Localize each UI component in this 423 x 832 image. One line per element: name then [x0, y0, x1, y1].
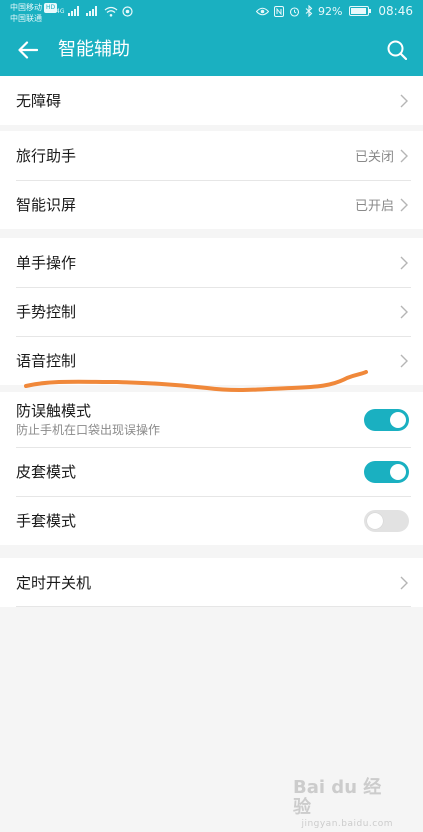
wifi-icon — [105, 6, 118, 17]
alarm-icon — [289, 6, 300, 17]
network-type-label: 4G — [56, 7, 65, 15]
settings-group-2: 旅行助手 已关闭 智能识屏 已开启 — [0, 131, 423, 229]
watermark-logo: Bai du 经验 jingyan.baidu.com — [293, 777, 393, 830]
toggle-knob — [367, 512, 383, 529]
carrier-info: 中国移动 HD 中国联通 — [10, 3, 58, 24]
setting-item-glove-mode[interactable]: 手套模式 — [0, 496, 423, 545]
search-button[interactable] — [383, 36, 411, 64]
item-label: 防误触模式 — [16, 402, 92, 420]
toggle-switch[interactable] — [364, 460, 409, 483]
chevron-right-icon — [400, 354, 408, 367]
carrier-2-label: 中国联通 — [10, 14, 42, 23]
signal-icons: 4G — [56, 4, 134, 18]
arrow-left-icon — [18, 41, 38, 59]
item-label: 定时开关机 — [16, 573, 92, 592]
item-label: 无障碍 — [16, 91, 62, 110]
item-label: 智能识屏 — [16, 195, 77, 214]
header: 中国移动 HD 中国联通 4G 92% 08:46 智能辅助 — [0, 0, 423, 76]
battery-percent: 92% — [317, 4, 343, 18]
toggle-switch[interactable] — [364, 408, 409, 431]
chevron-right-icon — [400, 256, 408, 269]
signal-bars-icon — [68, 6, 80, 16]
back-button[interactable] — [12, 36, 44, 64]
item-label: 皮套模式 — [16, 462, 77, 481]
app-bar: 智能辅助 — [0, 26, 423, 76]
settings-group-5: 定时开关机 — [0, 558, 423, 607]
setting-item-scheduled-power[interactable]: 定时开关机 — [0, 558, 423, 607]
chevron-right-icon — [400, 576, 408, 589]
chevron-right-icon — [400, 305, 408, 318]
eye-comfort-icon — [255, 7, 269, 15]
nfc-icon — [273, 5, 284, 17]
battery-icon — [349, 6, 372, 16]
item-subtitle: 防止手机在口袋出现误操作 — [16, 423, 161, 437]
divider — [16, 606, 411, 607]
chevron-right-icon — [400, 198, 408, 211]
chevron-right-icon — [400, 149, 408, 162]
setting-item-gesture-control[interactable]: 手势控制 — [0, 287, 423, 336]
data-saver-icon — [122, 5, 134, 17]
setting-item-travel-assistant[interactable]: 旅行助手 已关闭 — [0, 131, 423, 180]
bluetooth-icon — [305, 5, 313, 17]
settings-group-3: 单手操作 手势控制 语音控制 — [0, 238, 423, 385]
clock: 08:46 — [378, 4, 413, 18]
toggle-knob — [390, 463, 406, 480]
item-label: 语音控制 — [16, 351, 77, 370]
watermark-url: jingyan.baidu.com — [301, 819, 393, 829]
setting-item-pocket-mode[interactable]: 防误触模式 防止手机在口袋出现误操作 — [0, 392, 423, 447]
item-label: 手套模式 — [16, 511, 77, 530]
signal-bars-2-icon — [86, 6, 98, 16]
chevron-right-icon — [400, 94, 408, 107]
item-label: 旅行助手 — [16, 146, 77, 165]
carrier-1-label: 中国移动 — [10, 3, 42, 12]
item-label: 单手操作 — [16, 253, 77, 272]
setting-item-voice-control[interactable]: 语音控制 — [0, 336, 423, 385]
setting-item-smart-screen[interactable]: 智能识屏 已开启 — [0, 180, 423, 229]
item-value: 已开启 — [354, 199, 394, 214]
search-icon — [387, 40, 407, 60]
toggle-switch[interactable] — [364, 509, 409, 532]
item-value: 已关闭 — [354, 150, 394, 165]
toggle-knob — [390, 411, 406, 428]
page-title: 智能辅助 — [58, 39, 130, 60]
setting-item-accessibility[interactable]: 无障碍 — [0, 76, 423, 125]
status-right: 92% 08:46 — [255, 3, 413, 19]
item-label: 手势控制 — [16, 302, 77, 321]
battery-level-fill — [351, 8, 367, 14]
settings-group-1: 无障碍 — [0, 76, 423, 125]
setting-item-cover-mode[interactable]: 皮套模式 — [0, 447, 423, 496]
watermark-brand: Bai du 经验 — [293, 777, 382, 818]
status-bar: 中国移动 HD 中国联通 4G 92% 08:46 — [0, 0, 423, 26]
setting-item-one-hand[interactable]: 单手操作 — [0, 238, 423, 287]
settings-group-4: 防误触模式 防止手机在口袋出现误操作 皮套模式 手套模式 — [0, 392, 423, 545]
